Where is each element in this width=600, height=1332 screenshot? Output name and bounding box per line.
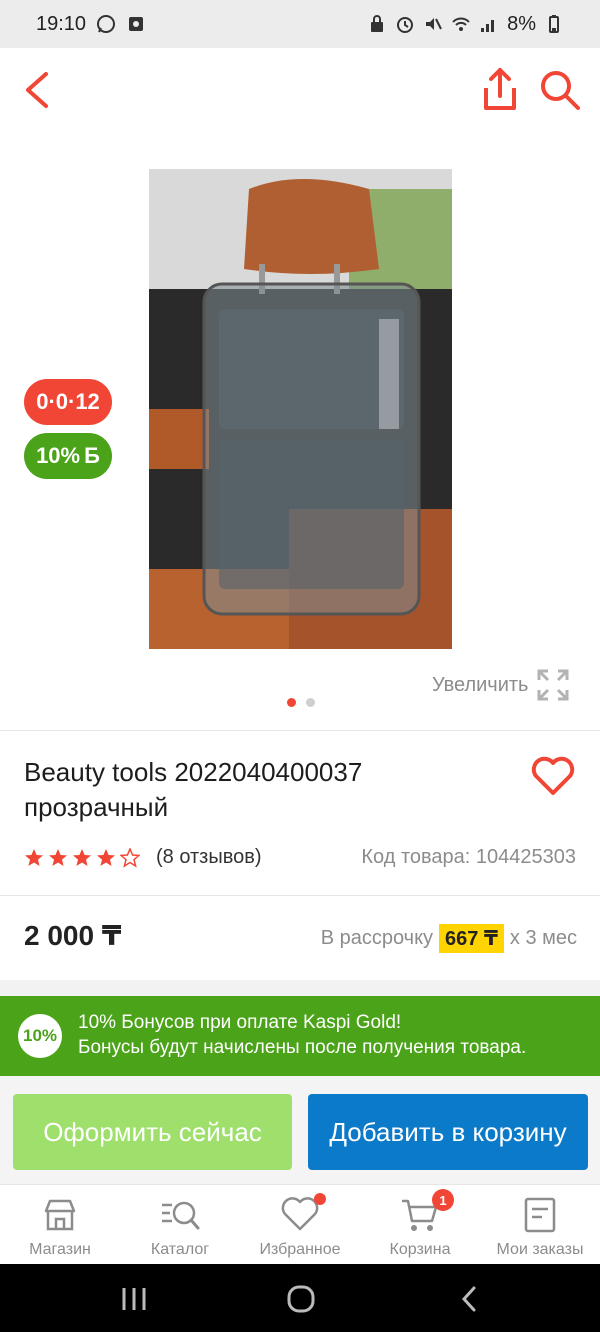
share-icon[interactable] <box>478 66 522 114</box>
favorite-heart-icon[interactable] <box>530 755 576 797</box>
reviews-count[interactable]: (8 отзывов) <box>156 846 262 869</box>
home-icon[interactable] <box>281 1284 321 1314</box>
favorites-indicator-dot <box>314 1193 326 1205</box>
top-bar <box>0 48 600 132</box>
bonus-badge-percent: 10% <box>36 443 81 468</box>
promo-line-1: 10% Бонусов при оплате Kaspi Gold! <box>78 1012 402 1033</box>
promo-badge: 10% <box>18 1014 62 1058</box>
cart-icon-wrap: 1 <box>400 1189 454 1235</box>
installment-suffix: x 3 мес <box>509 927 577 949</box>
lock-icon <box>371 15 384 32</box>
product-title: Beauty tools 2022040400037 прозрачный <box>24 757 363 822</box>
status-bar: 19:10 8% <box>0 0 600 48</box>
gallery-pagination <box>287 698 315 707</box>
bonus-badge-symbol: Б <box>84 443 100 468</box>
product-image[interactable] <box>149 169 452 649</box>
bottom-navigation: Магазин Каталог Избранное 1 Корзина Мои … <box>0 1184 600 1264</box>
battery-icon <box>549 15 559 33</box>
star-empty-icon <box>120 847 140 868</box>
app-notification-icon <box>129 17 144 31</box>
zoom-label: Увеличить <box>432 673 529 696</box>
installment-amount: 667 ₸ <box>439 924 504 953</box>
system-navigation-bar <box>0 1264 600 1332</box>
recent-apps-icon[interactable] <box>114 1284 154 1314</box>
price: 2 000 ₸ <box>24 920 122 951</box>
pagination-dot-active[interactable] <box>287 698 296 707</box>
divider <box>0 730 600 731</box>
star-filled-icon <box>73 848 91 866</box>
nav-label-cart: Корзина <box>389 1241 451 1258</box>
promo-line-2: Бонусы будут начислены после получения т… <box>78 1037 527 1058</box>
catalog-search-icon <box>162 1201 200 1230</box>
orders-icon <box>524 1197 556 1233</box>
product-page: 19:10 8% 0·0·12 10% Б Увеличить Beauty t… <box>0 0 600 1332</box>
signal-icon <box>481 20 495 32</box>
nav-label-favorites: Избранное <box>259 1241 341 1258</box>
bonus-badge: 10% Б <box>24 433 112 479</box>
star-filled-icon <box>25 848 43 866</box>
add-to-cart-button[interactable]: Добавить в корзину <box>308 1094 588 1170</box>
product-code: Код товара: 104425303 <box>361 846 576 868</box>
rating[interactable]: (8 отзывов) <box>24 846 262 869</box>
battery-percent: 8% <box>507 12 536 35</box>
mute-icon <box>426 18 442 30</box>
divider <box>0 895 600 896</box>
status-time: 19:10 <box>36 12 87 35</box>
star-filled-icon <box>49 848 67 866</box>
installment-badge-label: 0·0·12 <box>36 389 100 414</box>
buy-now-button[interactable]: Оформить сейчас <box>13 1094 292 1170</box>
nav-label-shop: Магазин <box>29 1241 91 1258</box>
action-buttons: Оформить сейчас Добавить в корзину <box>0 1076 600 1184</box>
nav-label-orders: Мои заказы <box>496 1241 584 1258</box>
shop-icon <box>44 1199 76 1231</box>
nav-item-cart[interactable]: 1 Корзина <box>360 1185 480 1265</box>
search-icon[interactable] <box>538 68 582 112</box>
pagination-dot[interactable] <box>306 698 315 707</box>
installment-info[interactable]: В рассрочку 667 ₸ x 3 мес <box>321 924 577 953</box>
alarm-icon <box>397 17 414 33</box>
heart-icon-wrap <box>280 1193 326 1235</box>
system-back-icon[interactable] <box>450 1284 490 1314</box>
installment-badge: 0·0·12 <box>24 379 112 425</box>
nav-label-catalog: Каталог <box>150 1241 210 1258</box>
back-arrow-icon[interactable] <box>18 66 58 114</box>
nav-item-catalog[interactable]: Каталог <box>120 1185 240 1265</box>
nav-item-orders[interactable]: Мои заказы <box>480 1185 600 1265</box>
nav-item-shop[interactable]: Магазин <box>0 1185 120 1265</box>
section-separator <box>0 980 600 996</box>
expand-icon <box>537 669 569 701</box>
star-filled-icon <box>97 848 115 866</box>
bonus-promo-banner[interactable]: 10% 10% Бонусов при оплате Kaspi Gold! Б… <box>0 996 600 1076</box>
nav-item-favorites[interactable]: Избранное <box>240 1185 360 1265</box>
cart-count-badge: 1 <box>432 1189 454 1211</box>
zoom-button[interactable]: Увеличить <box>432 668 570 702</box>
installment-prefix: В рассрочку <box>320 927 434 949</box>
whatsapp-icon <box>97 15 116 33</box>
wifi-icon <box>452 17 470 31</box>
